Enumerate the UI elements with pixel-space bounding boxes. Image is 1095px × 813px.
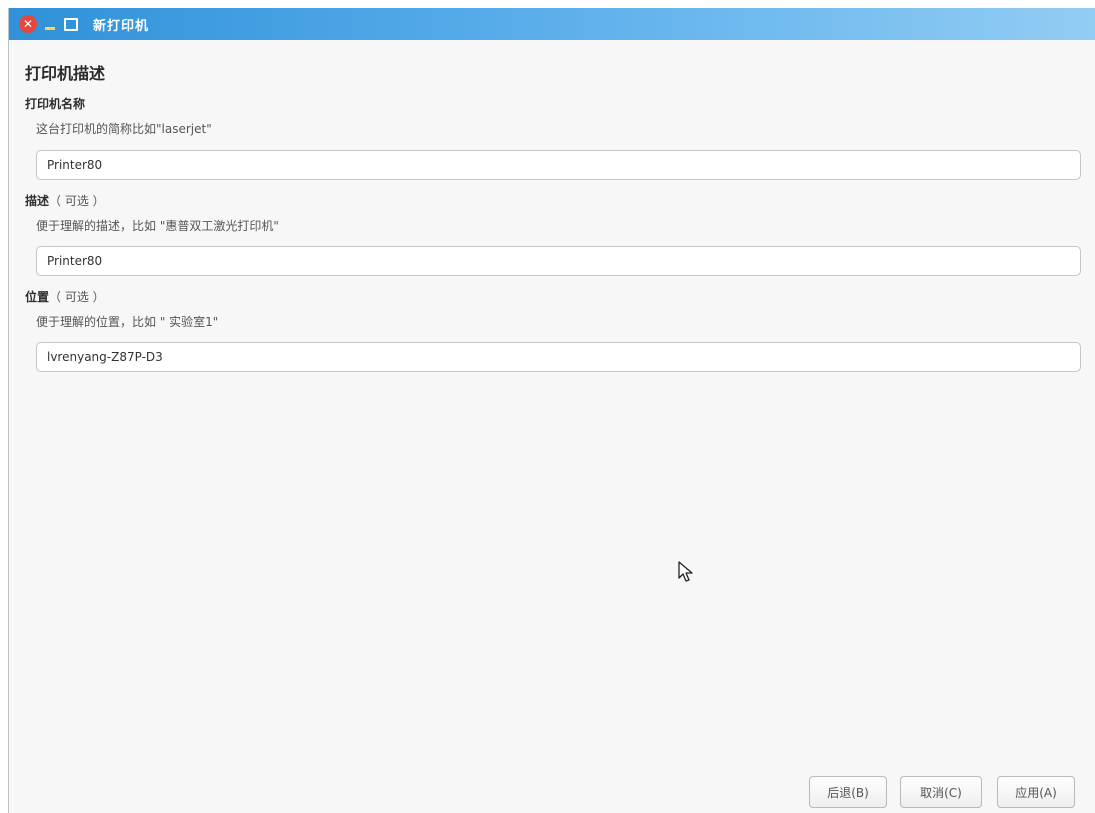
location-title: 位置 bbox=[25, 290, 50, 304]
title-bar[interactable]: ✕ 新打印机 bbox=[9, 8, 1095, 40]
description-input[interactable] bbox=[36, 246, 1081, 276]
location-optional: （ 可选 ） bbox=[49, 290, 105, 304]
printer-name-label: 打印机名称 bbox=[25, 95, 85, 112]
dialog-content: 打印机描述 打印机名称 这台打印机的简称比如"laserjet" 描述（ 可选 … bbox=[9, 40, 1095, 813]
page-title: 打印机描述 bbox=[25, 64, 106, 83]
new-printer-window: ✕ 新打印机 打印机描述 打印机名称 这台打印机的简称比如"laserjet" … bbox=[8, 8, 1095, 813]
close-icon[interactable]: ✕ bbox=[19, 15, 37, 33]
cancel-button[interactable]: 取消(C) bbox=[900, 776, 982, 808]
mouse-pointer-icon bbox=[678, 561, 693, 582]
printer-name-input[interactable] bbox=[36, 150, 1081, 180]
window-title: 新打印机 bbox=[93, 18, 150, 34]
maximize-icon[interactable] bbox=[63, 15, 79, 33]
location-input[interactable] bbox=[36, 342, 1081, 372]
apply-button[interactable]: 应用(A) bbox=[997, 776, 1075, 808]
minimize-icon[interactable] bbox=[43, 15, 57, 33]
back-button[interactable]: 后退(B) bbox=[809, 776, 887, 808]
description-title: 描述 bbox=[25, 194, 50, 208]
description-label: 描述（ 可选 ） bbox=[25, 192, 105, 209]
printer-name-hint: 这台打印机的简称比如"laserjet" bbox=[36, 122, 212, 136]
description-optional: （ 可选 ） bbox=[49, 194, 105, 208]
location-label: 位置（ 可选 ） bbox=[25, 288, 105, 305]
location-hint: 便于理解的位置，比如 " 实验室1" bbox=[36, 315, 219, 329]
description-hint: 便于理解的描述，比如 "惠普双工激光打印机" bbox=[36, 219, 279, 233]
printer-name-title: 打印机名称 bbox=[25, 97, 86, 111]
